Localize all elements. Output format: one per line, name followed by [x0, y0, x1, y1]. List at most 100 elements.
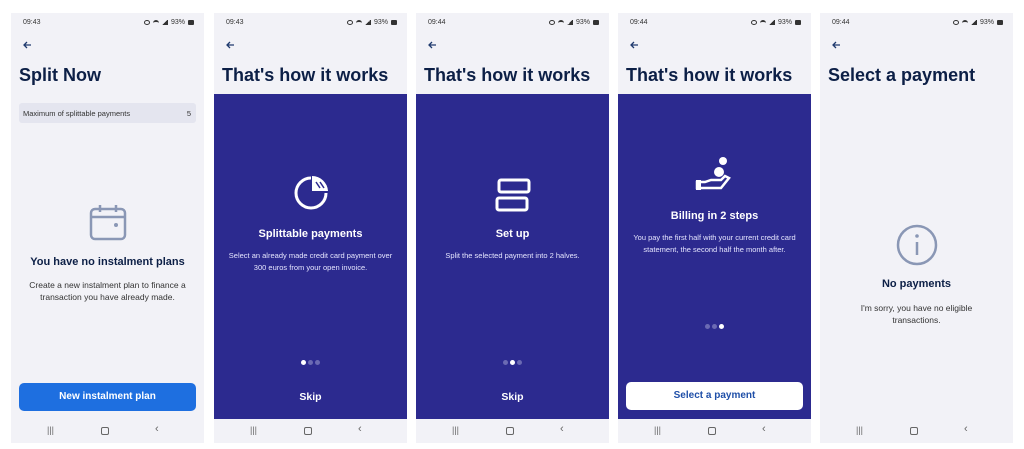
- panel-heading: Set up: [495, 228, 530, 240]
- max-splittable-value: 5: [186, 109, 191, 118]
- recents-icon[interactable]: |||: [856, 425, 863, 435]
- recents-icon[interactable]: |||: [250, 425, 257, 435]
- battery-percent: 93%: [575, 19, 590, 26]
- page-title: That's how it works: [222, 65, 389, 85]
- nav-back-icon[interactable]: ‹: [762, 423, 766, 435]
- screenshot-stage: 09:43 93% Split Now Maximum of splittabl…: [0, 0, 1024, 449]
- wifi-icon: [557, 20, 564, 25]
- alarm-icon: [143, 20, 150, 25]
- battery-icon: [391, 20, 397, 25]
- screen-how-it-works-3: 09:44 93% That's how it works Billing in…: [618, 13, 811, 443]
- page-title: That's how it works: [626, 65, 793, 85]
- recents-icon[interactable]: |||: [452, 425, 459, 435]
- screen-split-now: 09:43 93% Split Now Maximum of splittabl…: [11, 13, 204, 443]
- recents-icon[interactable]: |||: [654, 425, 661, 435]
- select-payment-button[interactable]: Select a payment: [626, 382, 803, 410]
- battery-icon: [795, 20, 801, 25]
- status-time: 09:43: [23, 19, 41, 26]
- battery-icon: [593, 20, 599, 25]
- nav-back-icon[interactable]: ‹: [560, 423, 564, 435]
- nav-back-icon[interactable]: ‹: [358, 423, 362, 435]
- step-dot: [308, 360, 313, 365]
- back-arrow-icon[interactable]: [222, 37, 238, 53]
- back-arrow-icon[interactable]: [424, 37, 440, 53]
- signal-icon: [768, 20, 775, 25]
- screen-how-it-works-2: 09:44 93% That's how it works Set up Spl…: [416, 13, 609, 443]
- signal-icon: [161, 20, 168, 25]
- step-dots: [214, 352, 407, 370]
- nav-back-icon[interactable]: ‹: [964, 423, 968, 435]
- android-nav-bar: ||| ‹: [214, 419, 407, 443]
- back-arrow-icon[interactable]: [828, 37, 844, 53]
- android-nav-bar: ||| ‹: [618, 419, 811, 443]
- home-icon[interactable]: [708, 427, 716, 435]
- android-nav-bar: ||| ‹: [820, 419, 1013, 443]
- battery-icon: [188, 20, 194, 25]
- alarm-icon: [952, 20, 959, 25]
- status-icons: 93%: [952, 19, 1003, 26]
- max-splittable-label: Maximum of splittable payments: [23, 109, 131, 118]
- wifi-icon: [759, 20, 766, 25]
- page-title: Select a payment: [828, 65, 976, 85]
- screen-select-payment: 09:44 93% Select a payment No payments I…: [820, 13, 1013, 443]
- hand-coins-icon: [695, 156, 735, 199]
- split-icon: [493, 178, 533, 217]
- alarm-icon: [750, 20, 757, 25]
- back-arrow-icon[interactable]: [19, 37, 35, 53]
- status-time: 09:44: [832, 19, 850, 26]
- alarm-icon: [346, 20, 353, 25]
- info-panel: Billing in 2 steps You pay the first hal…: [618, 94, 811, 419]
- battery-percent: 93%: [170, 19, 185, 26]
- status-icons: 93%: [548, 19, 599, 26]
- step-dots: [618, 316, 811, 334]
- status-icons: 93%: [750, 19, 801, 26]
- info-icon: [895, 223, 939, 272]
- status-icons: 93%: [143, 19, 194, 26]
- home-icon[interactable]: [910, 427, 918, 435]
- info-panel: Splittable payments Select an already ma…: [214, 94, 407, 419]
- status-bar: 09:44 93%: [416, 13, 609, 33]
- status-bar: 09:43 93%: [214, 13, 407, 33]
- panel-heading: Billing in 2 steps: [670, 210, 759, 222]
- panel-text: You pay the first half with your current…: [633, 233, 796, 254]
- calendar-icon: [88, 203, 128, 248]
- status-bar: 09:43 93%: [11, 13, 204, 33]
- step-dot: [315, 360, 320, 365]
- signal-icon: [364, 20, 371, 25]
- battery-percent: 93%: [373, 19, 388, 26]
- new-instalment-plan-button[interactable]: New instalment plan: [19, 383, 196, 411]
- screen-how-it-works-1: 09:43 93% That's how it works Splittable…: [214, 13, 407, 443]
- step-dot: [301, 360, 306, 365]
- empty-title: No payments: [881, 278, 952, 290]
- step-dot: [712, 324, 717, 329]
- step-dot: [719, 324, 724, 329]
- max-splittable-row: Maximum of splittable payments 5: [19, 103, 196, 123]
- signal-icon: [970, 20, 977, 25]
- wifi-icon: [355, 20, 362, 25]
- back-arrow-icon[interactable]: [626, 37, 642, 53]
- battery-percent: 93%: [777, 19, 792, 26]
- status-bar: 09:44 93%: [820, 13, 1013, 33]
- status-time: 09:44: [428, 19, 446, 26]
- info-panel: Set up Split the selected payment into 2…: [416, 94, 609, 419]
- android-nav-bar: ||| ‹: [11, 419, 204, 443]
- pie-chart-icon: [292, 174, 330, 217]
- page-title: Split Now: [19, 65, 101, 85]
- skip-button[interactable]: Skip: [416, 391, 609, 403]
- battery-percent: 93%: [979, 19, 994, 26]
- step-dot: [510, 360, 515, 365]
- home-icon[interactable]: [304, 427, 312, 435]
- nav-back-icon[interactable]: ‹: [155, 423, 159, 435]
- wifi-icon: [152, 20, 159, 25]
- skip-button[interactable]: Skip: [214, 391, 407, 403]
- home-icon[interactable]: [506, 427, 514, 435]
- step-dot: [503, 360, 508, 365]
- status-bar: 09:44 93%: [618, 13, 811, 33]
- home-icon[interactable]: [101, 427, 109, 435]
- empty-text: I'm sorry, you have no eligible transact…: [860, 303, 973, 325]
- recents-icon[interactable]: |||: [47, 425, 54, 435]
- signal-icon: [566, 20, 573, 25]
- alarm-icon: [548, 20, 555, 25]
- panel-text: Select an already made credit card payme…: [228, 251, 393, 272]
- step-dots: [416, 352, 609, 370]
